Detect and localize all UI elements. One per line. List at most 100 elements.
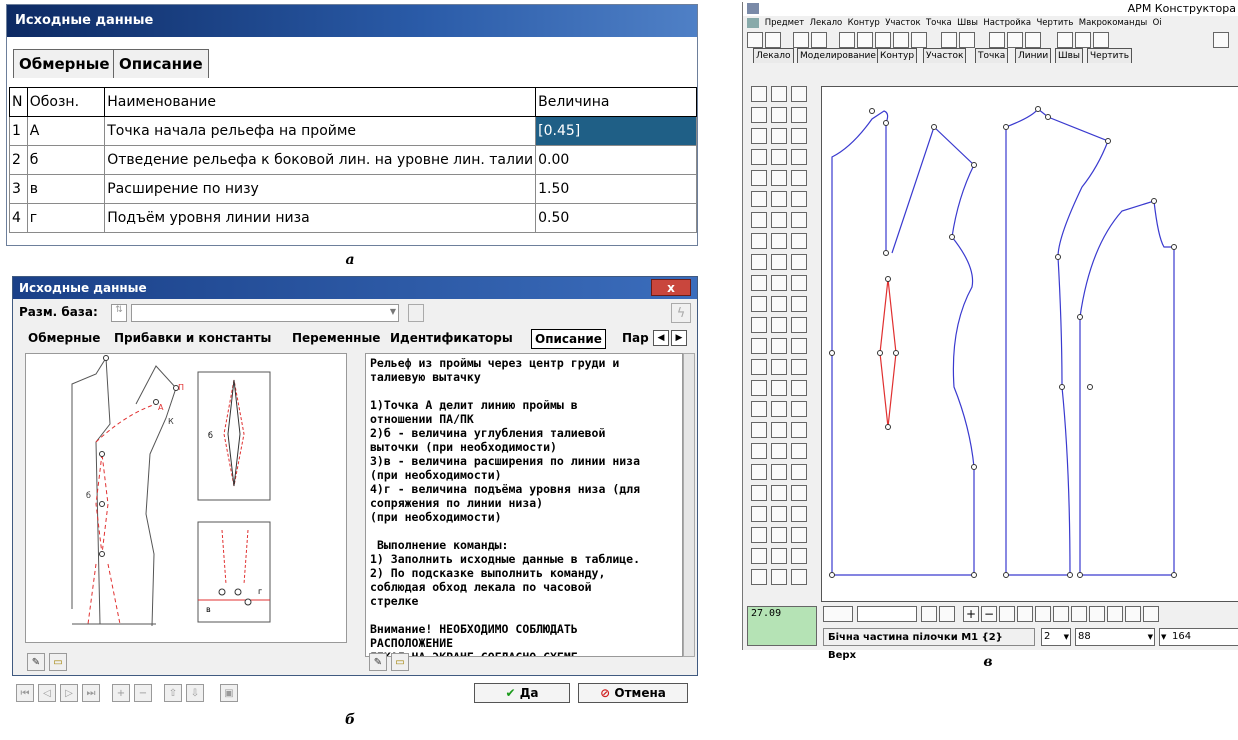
eraser-icon-2[interactable]: ✎ <box>369 653 387 671</box>
palette-tool-button[interactable] <box>771 380 787 396</box>
bottom-toolbar-button[interactable] <box>1089 606 1105 622</box>
folder-open-icon[interactable]: ▭ <box>49 653 67 671</box>
toolbar-button[interactable] <box>893 32 909 48</box>
palette-tool-button[interactable] <box>771 359 787 375</box>
tab-variables[interactable]: Переменные <box>289 329 383 347</box>
toolbar-button[interactable] <box>911 32 927 48</box>
palette-tool-button[interactable] <box>751 128 767 144</box>
move-down-icon[interactable]: ⇩ <box>186 684 204 702</box>
palette-tool-button[interactable] <box>751 254 767 270</box>
palette-tool-button[interactable] <box>751 464 767 480</box>
palette-tool-button[interactable] <box>791 485 807 501</box>
palette-tool-button[interactable] <box>791 422 807 438</box>
remove-record-icon[interactable]: − <box>134 684 152 702</box>
table-row[interactable]: 4 г Подъём уровня линии низа 0.50 <box>9 203 697 233</box>
palette-tool-button[interactable] <box>771 149 787 165</box>
palette-tool-button[interactable] <box>771 338 787 354</box>
menu-item[interactable]: Контур <box>848 18 880 28</box>
minus-icon[interactable]: − <box>981 606 997 622</box>
palette-tool-button[interactable] <box>771 506 787 522</box>
palette-tool-button[interactable] <box>751 338 767 354</box>
combo-3[interactable]: ▼ 164 <box>1159 628 1238 646</box>
menu-item[interactable]: Участок <box>885 18 920 28</box>
toolbar-button[interactable] <box>1007 32 1023 48</box>
description-scrollbar[interactable] <box>683 353 695 657</box>
palette-tool-button[interactable] <box>771 107 787 123</box>
palette-tool-button[interactable] <box>791 548 807 564</box>
palette-tool-button[interactable] <box>791 527 807 543</box>
bottom-toolbar-button[interactable] <box>921 606 937 622</box>
tab-segment[interactable]: Участок <box>923 48 967 63</box>
palette-tool-button[interactable] <box>771 191 787 207</box>
menu-item[interactable]: Чертить <box>1036 18 1073 28</box>
palette-tool-button[interactable] <box>751 212 767 228</box>
last-record-icon[interactable]: ⏭ <box>82 684 100 702</box>
palette-tool-button[interactable] <box>791 149 807 165</box>
palette-tool-button[interactable] <box>751 569 767 585</box>
table-row[interactable]: 3 в Расширение по низу 1.50 <box>9 174 697 204</box>
tab-point[interactable]: Точка <box>975 48 1009 63</box>
bottom-toolbar-button[interactable] <box>1035 606 1051 622</box>
sort-icon[interactable]: ⇅ <box>111 304 127 322</box>
palette-tool-button[interactable] <box>791 254 807 270</box>
folder-open-icon-2[interactable]: ▭ <box>391 653 409 671</box>
toolbar-button[interactable] <box>959 32 975 48</box>
next-record-icon[interactable]: ▷ <box>60 684 78 702</box>
tab-description[interactable]: Описание <box>531 329 606 349</box>
tab-draw[interactable]: Чертить <box>1087 48 1133 63</box>
palette-tool-button[interactable] <box>771 254 787 270</box>
palette-tool-button[interactable] <box>791 191 807 207</box>
toolbar-button[interactable] <box>875 32 891 48</box>
palette-tool-button[interactable] <box>751 317 767 333</box>
row-value-cell[interactable]: [0.45] <box>535 116 697 146</box>
palette-tool-button[interactable] <box>791 359 807 375</box>
palette-tool-button[interactable] <box>791 107 807 123</box>
palette-tool-button[interactable] <box>751 422 767 438</box>
save-icon[interactable]: ▣ <box>220 684 238 702</box>
menu-item[interactable]: Оі <box>1153 18 1162 28</box>
palette-tool-button[interactable] <box>791 506 807 522</box>
palette-tool-button[interactable] <box>791 296 807 312</box>
toolbar-button[interactable] <box>793 32 809 48</box>
toolbar-button[interactable] <box>1075 32 1091 48</box>
palette-tool-button[interactable] <box>751 296 767 312</box>
bottom-toolbar-button[interactable] <box>1107 606 1123 622</box>
lightning-icon[interactable]: ϟ <box>671 303 691 323</box>
tab-measurements[interactable]: Обмерные <box>13 49 116 78</box>
palette-tool-button[interactable] <box>751 548 767 564</box>
bottom-toolbar-button[interactable] <box>999 606 1015 622</box>
add-record-icon[interactable]: + <box>112 684 130 702</box>
palette-tool-button[interactable] <box>771 212 787 228</box>
toolbar-button[interactable] <box>839 32 855 48</box>
tab-parameters[interactable]: Пар <box>619 329 652 347</box>
menu-item[interactable]: Лекало <box>810 18 843 28</box>
palette-tool-button[interactable] <box>791 443 807 459</box>
tab-measurements[interactable]: Обмерные <box>25 329 103 347</box>
palette-tool-button[interactable] <box>791 275 807 291</box>
toolbar-button[interactable] <box>747 32 763 48</box>
menu-item[interactable]: Предмет <box>765 18 805 28</box>
tab-scroll-left-icon[interactable]: ◀ <box>653 330 669 346</box>
palette-tool-button[interactable] <box>791 380 807 396</box>
bottom-toolbar-button[interactable] <box>1071 606 1087 622</box>
palette-tool-button[interactable] <box>771 233 787 249</box>
tab-lines[interactable]: Линии <box>1015 48 1052 63</box>
tab-allowances[interactable]: Прибавки и константы <box>111 329 274 347</box>
palette-tool-button[interactable] <box>751 380 767 396</box>
toolbar-button[interactable] <box>1093 32 1109 48</box>
eraser-icon[interactable]: ✎ <box>27 653 45 671</box>
row-value-cell[interactable]: 0.00 <box>535 145 697 175</box>
palette-tool-button[interactable] <box>751 527 767 543</box>
grid-icon[interactable] <box>939 606 955 622</box>
toolbar-button[interactable] <box>857 32 873 48</box>
palette-tool-button[interactable] <box>771 527 787 543</box>
palette-tool-button[interactable] <box>751 233 767 249</box>
bottom-toolbar-button[interactable] <box>1017 606 1033 622</box>
row-value-cell[interactable]: 0.50 <box>535 203 697 233</box>
palette-tool-button[interactable] <box>771 443 787 459</box>
table-row[interactable]: 2 б Отведение рельефа к боковой лин. на … <box>9 145 697 175</box>
palette-tool-button[interactable] <box>751 191 767 207</box>
palette-tool-button[interactable] <box>771 128 787 144</box>
bottom-toolbar-button[interactable] <box>823 606 853 622</box>
palette-tool-button[interactable] <box>791 233 807 249</box>
